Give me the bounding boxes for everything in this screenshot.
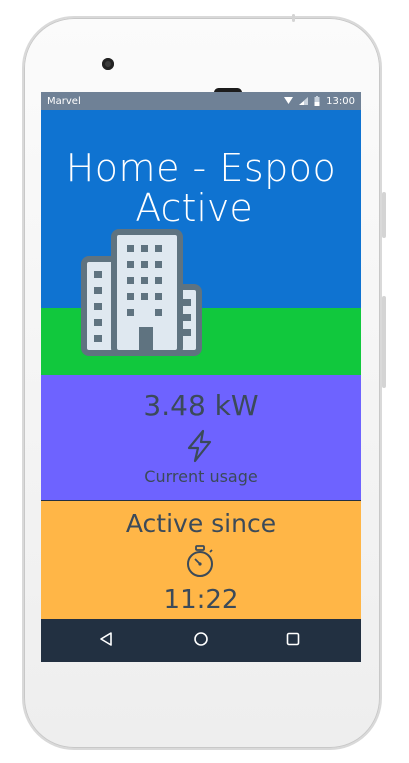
signal-icon (299, 97, 309, 105)
power-button (382, 192, 386, 238)
active-since-title: Active since (125, 509, 277, 538)
stopwatch-icon (187, 545, 213, 577)
location-state: Active (135, 186, 253, 230)
building-icon (81, 229, 202, 356)
app-screen: Marvel 13:00 Home - Espoo Active 3.48 kW… (41, 92, 361, 662)
status-icons: 13:00 (284, 96, 355, 107)
front-camera (102, 58, 114, 70)
usage-panel[interactable]: 3.48 kW Current usage (41, 375, 361, 500)
recents-icon[interactable] (286, 631, 300, 647)
clock: 13:00 (326, 95, 355, 107)
active-since-panel[interactable]: Active since 11:22 (41, 501, 361, 619)
system-nav-bar (41, 619, 361, 662)
wifi-icon (284, 97, 294, 104)
lightning-icon (187, 429, 212, 463)
carrier-label: Marvel (47, 95, 81, 107)
battery-icon (314, 96, 320, 106)
usage-value: 3.48 kW (143, 389, 259, 422)
status-bar: Marvel 13:00 (41, 92, 361, 110)
usage-label: Current usage (144, 467, 258, 486)
back-icon[interactable] (99, 631, 113, 647)
volume-button (382, 296, 386, 388)
location-name: Home - Espoo (65, 146, 337, 190)
location-panel[interactable]: Home - Espoo Active (41, 110, 361, 375)
active-since-time: 11:22 (163, 585, 239, 615)
home-icon[interactable] (193, 631, 209, 647)
top-edge-mark (292, 14, 295, 22)
